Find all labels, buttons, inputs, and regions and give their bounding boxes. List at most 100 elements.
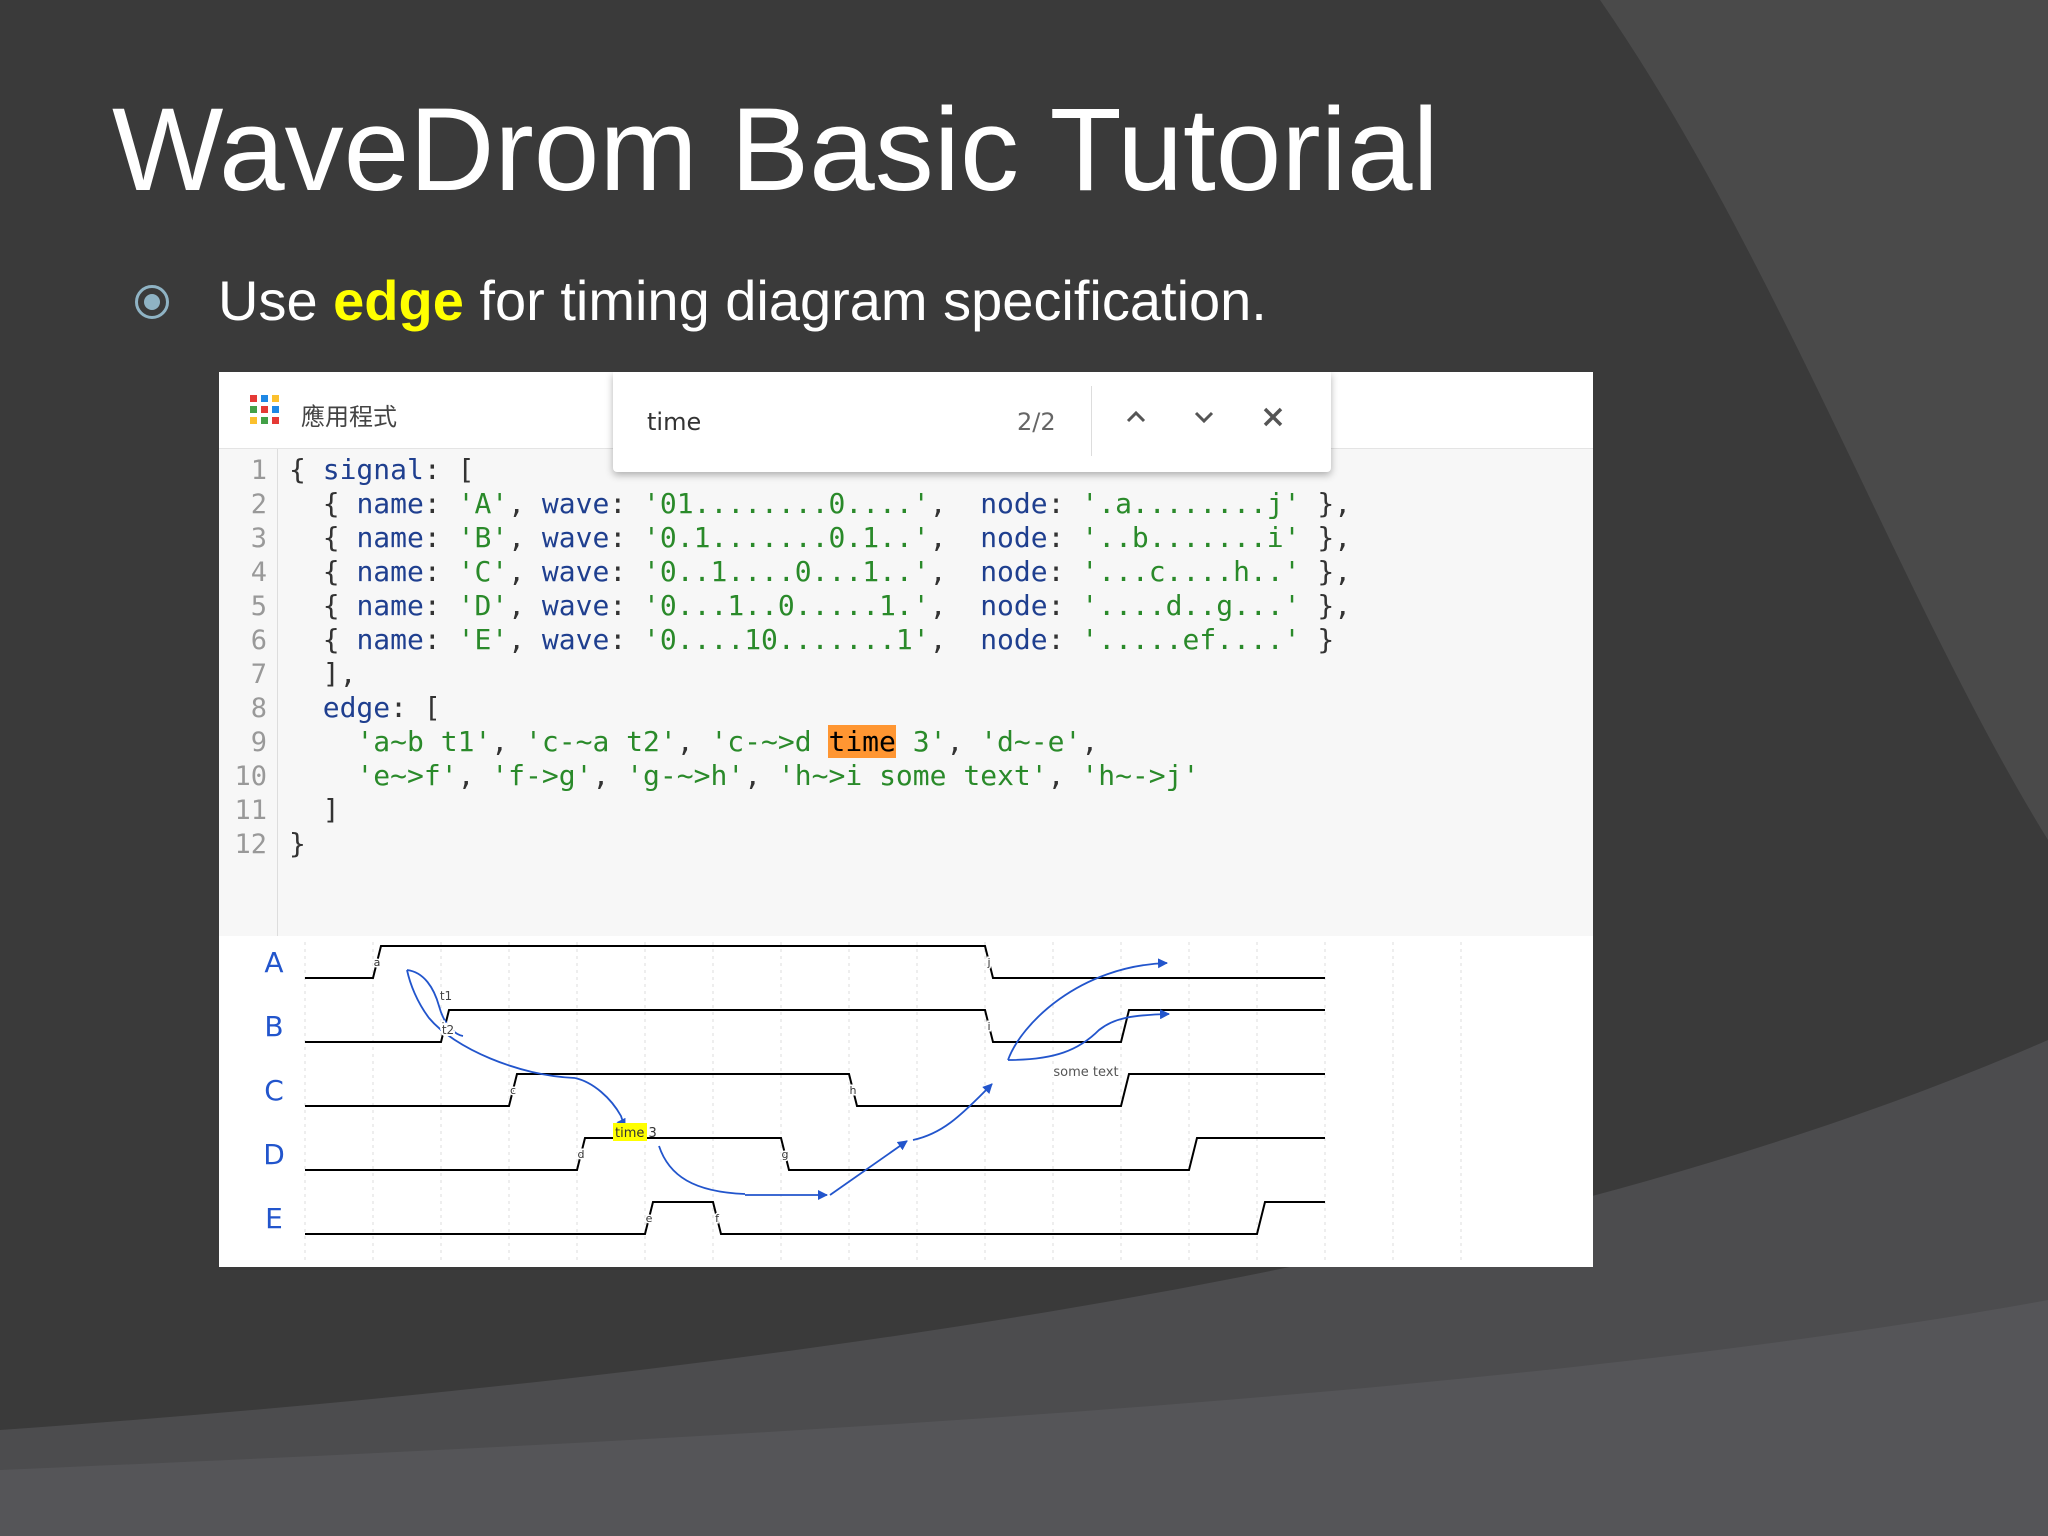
node-d: d [578,1148,585,1161]
code-token: : [423,487,458,520]
line-number: 3 [250,523,267,554]
code-token: }, [1300,487,1352,520]
code-token: , [946,725,981,758]
find-match-highlight: time [828,725,896,758]
code-line: { name: 'A', wave: '01........0....', no… [289,487,1351,520]
code-token: edge [322,691,391,724]
node-i: i [987,1020,990,1033]
find-match-count: 2/2 [1017,408,1056,436]
chevron-down-icon[interactable] [1189,402,1219,432]
code-token: { [289,589,357,622]
code-token: 'd~-e' [980,725,1082,758]
code-token: : [423,589,458,622]
code-token: } [289,827,306,860]
code-token: '.a........j' [1081,487,1301,520]
code-token: : [609,555,644,588]
code-line: 'e~>f', 'f->g', 'g-~>h', 'h~>i some text… [289,759,1199,792]
slide-title: WaveDrom Basic Tutorial [112,84,1439,216]
code-token: '.....ef....' [1081,623,1301,656]
signal-label: D [263,1138,285,1171]
code-token: { [289,487,357,520]
node-g: g [782,1148,789,1161]
code-token: , [929,487,981,520]
code-editor[interactable]: 1 2 3 4 5 6 7 8 9 10 11 12 { signal: [ { name: 'A',… [219,449,1593,1007]
code-token: , [1047,759,1082,792]
code-line: 'a~b t1', 'c-~a t2', 'c-~>d time 3', 'd~… [289,725,1098,758]
code-line: ], [289,657,357,690]
code-token: '0.1.......0.1..' [643,521,930,554]
line-number: 12 [234,829,267,860]
code-token: }, [1300,589,1352,622]
code-token: { [289,555,357,588]
line-number: 2 [250,489,267,520]
code-token: name [356,521,424,554]
find-divider [1091,386,1092,456]
code-token: wave [541,521,610,554]
code-line: } [289,827,306,860]
code-token: { [289,453,323,486]
code-token: wave [541,623,610,656]
code-token: }, [1300,521,1352,554]
bullet-highlight-edge: edge [333,269,464,332]
signal-label: B [264,1010,283,1043]
code-line: edge: [ [289,691,441,724]
code-token: , [744,759,778,792]
code-token: : [609,487,644,520]
node-c: c [510,1084,516,1097]
code-token: name [356,555,424,588]
line-number: 1 [250,455,267,486]
code-token: : [423,555,458,588]
code-token: ], [289,657,357,690]
node-h: h [850,1084,857,1097]
code-line: { name: 'D', wave: '0...1..0.....1.', no… [289,589,1351,622]
find-bar: time 2/2 [613,372,1331,472]
code-token: : [ [423,453,475,486]
timing-diagram: ABCDE a jb ic hd ge f t1 t2 time 3 some text [219,936,1593,1267]
code-token: }, [1300,555,1352,588]
code-token: : [1047,521,1082,554]
browser-screenshot: 應用程式 1 2 3 4 5 6 7 8 9 10 11 12 { signal: [ { name:… [219,372,1593,1267]
code-token: wave [541,555,610,588]
bullet-icon [135,285,169,319]
code-token: '01........0....' [643,487,930,520]
code-token: , [491,725,526,758]
line-number: 5 [250,591,267,622]
code-token: 'e~>f' [356,759,458,792]
code-token: , [508,521,542,554]
apps-grid-icon[interactable] [250,395,280,425]
find-input[interactable]: time [647,408,701,436]
code-line: ] [289,793,340,826]
chevron-up-icon[interactable] [1121,402,1151,432]
close-icon[interactable] [1256,400,1290,434]
code-token: 'h~>i some text' [777,759,1048,792]
code-token: , [929,589,981,622]
code-token: '...c....h..' [1081,555,1301,588]
code-token: , [508,555,542,588]
code-token: '....d..g...' [1081,589,1301,622]
line-number-gutter: 1 2 3 4 5 6 7 8 9 10 11 12 [219,449,278,1007]
edge-label-t1: t1 [440,989,452,1003]
code-token: wave [541,589,610,622]
node-a: a [374,956,381,969]
line-number: 11 [234,795,267,826]
apps-label[interactable]: 應用程式 [301,397,397,432]
code-token: , [676,725,711,758]
signal-label: A [264,946,283,979]
code-token: 'g-~>h' [626,759,745,792]
code-token: '0...1..0.....1.' [643,589,930,622]
bullet-text-suffix: for timing diagram specification. [463,269,1267,332]
code-line: { name: 'C', wave: '0..1....0...1..', no… [289,555,1351,588]
bullet-text: Use edge for timing diagram specificatio… [218,268,1267,333]
code-token: , [508,487,542,520]
line-number: 10 [234,761,267,792]
edge-label-time3: time 3 [615,1126,657,1141]
code-token: '0....10.......1' [643,623,930,656]
node-e: e [646,1212,653,1225]
code-token: 'f->g' [491,759,593,792]
code-token: 'h~->j' [1081,759,1200,792]
code-token: : [609,623,644,656]
code-token: node [980,487,1048,520]
code-token: node [980,521,1048,554]
code-token: : [423,623,458,656]
